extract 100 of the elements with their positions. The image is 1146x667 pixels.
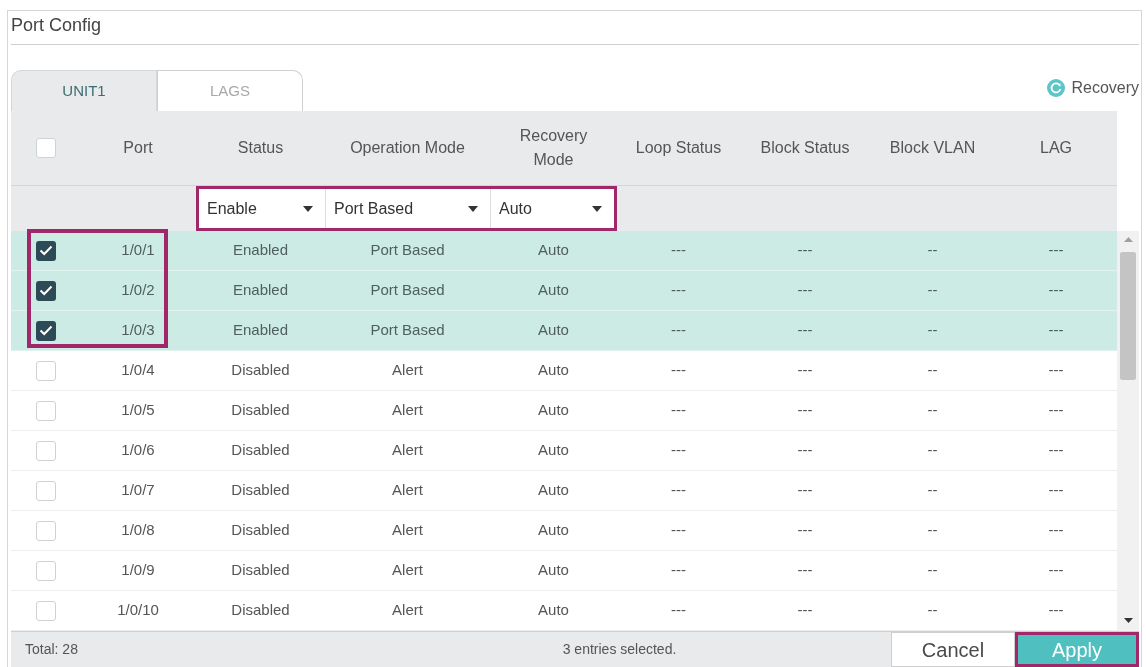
table-row[interactable]: 1/0/3 Enabled Port Based Auto --- --- -- --- — [11, 311, 1117, 351]
table-cell-text: Alert — [392, 440, 423, 461]
table-cell-text: Disabled — [231, 360, 290, 381]
table-cell-text: Auto — [538, 360, 569, 381]
table-cell-text: --- — [1048, 560, 1064, 581]
column-header: Port — [123, 138, 153, 158]
table-cell-text: Disabled — [231, 520, 290, 541]
table-cell-text: Disabled — [231, 480, 290, 501]
column-header: Operation Mode — [350, 138, 465, 158]
table-cell-text: Alert — [392, 560, 423, 581]
checkbox[interactable] — [35, 360, 56, 381]
table-cell-text: --- — [671, 240, 686, 261]
checkbox[interactable] — [35, 400, 56, 421]
checkbox[interactable] — [35, 138, 56, 158]
column-header: Status — [237, 138, 284, 158]
panel-title: Port Config — [11, 14, 102, 36]
table-cell-text: Auto — [538, 440, 569, 461]
table-cell-text: --- — [671, 280, 686, 301]
table-cell-text: -- — [927, 400, 938, 421]
table-cell-text: -- — [927, 280, 938, 301]
table-cell-text: --- — [671, 600, 686, 621]
scroll-down-arrow-icon[interactable] — [1123, 618, 1133, 623]
table-cell-text: Enabled — [232, 320, 289, 341]
checkmark-icon — [38, 285, 53, 296]
table-cell-text: --- — [1048, 520, 1064, 541]
checkbox[interactable] — [35, 600, 56, 621]
table-cell-text: Disabled — [231, 560, 290, 581]
column-header: LAG — [1040, 138, 1072, 158]
table-cell-text: Auto — [538, 400, 569, 421]
table-cell-text: Enabled — [232, 240, 289, 261]
table-cell-text: Alert — [392, 400, 423, 421]
checkbox[interactable] — [35, 560, 56, 581]
table-cell-text: Alert — [392, 360, 423, 381]
table-cell-text: Disabled — [231, 400, 290, 421]
dropdown[interactable]: Enable — [199, 189, 325, 228]
caret-down-icon — [303, 205, 313, 212]
table-cell-text: --- — [671, 400, 686, 421]
table-cell-text: Disabled — [231, 600, 290, 621]
checkbox[interactable] — [35, 440, 56, 461]
table-cell-text: --- — [1048, 280, 1064, 301]
table-cell-text: 1/0/2 — [121, 280, 155, 301]
tab[interactable]: UNIT1 — [11, 70, 157, 111]
table-cell-text: -- — [927, 520, 938, 541]
table-cell-text: Auto — [538, 560, 569, 581]
table-cell-text: --- — [671, 560, 686, 581]
table-cell-text: --- — [1048, 600, 1064, 621]
checkbox[interactable] — [35, 320, 56, 341]
dropdown[interactable]: Auto — [490, 189, 614, 228]
table-cell-text: --- — [797, 520, 813, 541]
table-cell-text: --- — [1048, 320, 1064, 341]
cancel-button[interactable]: Cancel — [891, 632, 1015, 667]
table-cell-text: -- — [927, 360, 938, 381]
scroll-up-arrow-icon[interactable] — [1123, 237, 1133, 242]
table-cell-text: 1/0/5 — [121, 400, 155, 421]
table-cell-text: --- — [797, 360, 813, 381]
table-cell-text: 1/0/8 — [121, 520, 155, 541]
table-cell-text: Auto — [538, 480, 569, 501]
table-cell-text: Alert — [392, 520, 423, 541]
checkbox[interactable] — [35, 480, 56, 501]
recovery-button[interactable]: Recovery — [1047, 75, 1139, 106]
table-cell-text: -- — [927, 320, 938, 341]
table-cell-text: Auto — [538, 320, 569, 341]
table-row[interactable]: 1/0/1 Enabled Port Based Auto --- --- -- --- — [11, 231, 1117, 271]
caret-down-icon — [468, 205, 478, 212]
table-cell-text: 1/0/1 — [121, 240, 155, 261]
refresh-icon — [1047, 78, 1066, 97]
table-cell-text: 1/0/10 — [117, 600, 159, 621]
table-cell-text: --- — [797, 280, 813, 301]
checkmark-icon — [38, 245, 53, 256]
checkbox[interactable] — [35, 280, 56, 301]
scrollbar-thumb[interactable] — [1120, 252, 1136, 380]
table-cell-text: --- — [797, 240, 813, 261]
table-cell-text: --- — [1048, 240, 1064, 261]
table-cell-text: Alert — [392, 480, 423, 501]
column-header: Loop Status — [635, 138, 722, 158]
table-cell-text: Auto — [538, 600, 569, 621]
table-cell-text: 1/0/7 — [121, 480, 155, 501]
table-cell-text: --- — [671, 440, 686, 461]
table-cell-text: Disabled — [231, 440, 290, 461]
table-cell-text: 1/0/3 — [121, 320, 155, 341]
table-cell-text: --- — [671, 520, 686, 541]
table-cell-text: -- — [927, 440, 938, 461]
column-header: Block Status — [760, 138, 850, 158]
column-header: Block VLAN — [889, 138, 976, 158]
table-cell-text: 1/0/9 — [121, 560, 155, 581]
dropdown[interactable]: Port Based — [325, 189, 490, 228]
table-cell-text: --- — [797, 440, 813, 461]
table-cell-text: --- — [797, 600, 813, 621]
checkmark-icon — [38, 325, 53, 336]
checkbox[interactable] — [35, 240, 56, 261]
table-cell-text: Port Based — [370, 280, 445, 301]
table-cell-text: Auto — [538, 520, 569, 541]
caret-down-icon — [592, 205, 602, 212]
table-row[interactable]: 1/0/2 Enabled Port Based Auto --- --- -- --- — [11, 271, 1117, 311]
table-cell-text: --- — [797, 400, 813, 421]
scrollbar[interactable] — [1117, 231, 1139, 631]
checkbox[interactable] — [35, 520, 56, 541]
table-cell-text: --- — [797, 560, 813, 581]
table-cell-text: Auto — [538, 240, 569, 261]
table-cell-text: Alert — [392, 600, 423, 621]
